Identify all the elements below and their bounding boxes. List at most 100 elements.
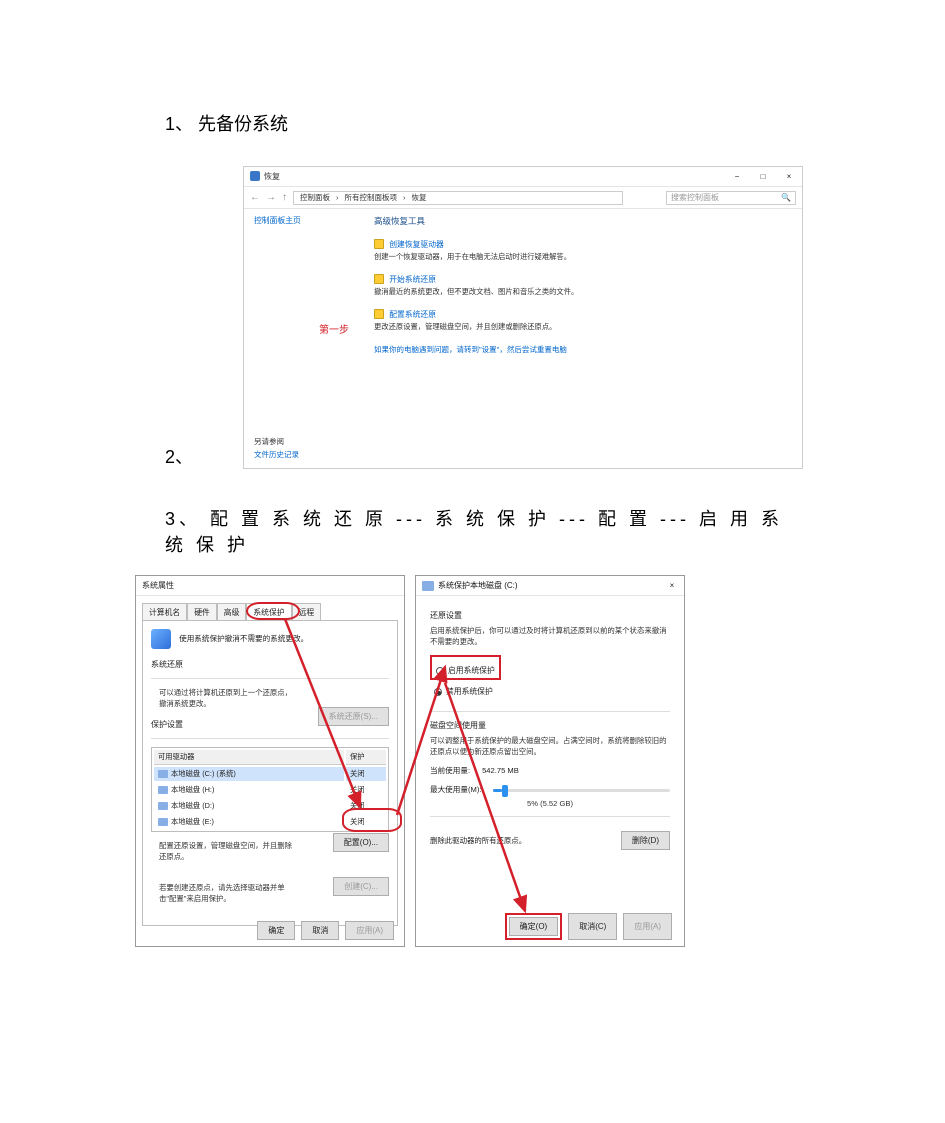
window-maximize-button[interactable]: □ [750, 167, 776, 186]
create-restore-point-button[interactable]: 创建(C)... [333, 877, 389, 896]
breadcrumb-part[interactable]: 恢复 [412, 192, 427, 203]
create-recovery-drive-link[interactable]: 创建恢复驱动器 [389, 240, 444, 249]
drive-icon [158, 786, 168, 794]
dialog-close-button[interactable]: × [660, 576, 684, 595]
dialog-title-text: 系统属性 [142, 580, 174, 591]
delete-description: 删除此驱动器的所有还原点。 [430, 835, 526, 846]
also-see-title: 另请参阅 [254, 436, 299, 447]
cancel-button[interactable]: 取消 [301, 921, 339, 940]
apply-button[interactable]: 应用(A) [623, 913, 672, 940]
sidebar-home-link[interactable]: 控制面板主页 [254, 215, 301, 226]
shield-icon [374, 309, 384, 319]
intro-text: 使用系统保护撤消不需要的系统更改。 [179, 634, 308, 643]
radio-label: 禁用系统保护 [446, 686, 493, 697]
system-restore-button[interactable]: 系统还原(S)... [318, 707, 389, 726]
radio-label: 启用系统保护 [448, 665, 495, 676]
disk-usage-description: 可以调整用于系统保护的最大磁盘空间。占满空间时，系统将删除较旧的还原点以便为新还… [430, 735, 670, 757]
dialog-title: 系统属性 [136, 576, 404, 596]
table-row[interactable]: 本地磁盘 (H:)关闭 [154, 783, 386, 797]
ok-button[interactable]: 确定(O) [509, 917, 559, 936]
annotation-box-enable-radio: 启用系统保护 [430, 655, 501, 680]
max-usage-slider[interactable] [493, 785, 670, 795]
recovery-item: 配置系统还原 更改还原设置，管理磁盘空间，并且创建或删除还原点。 [374, 309, 774, 332]
screenshot-recovery-window: 恢复 − □ × ← → ↑ 控制面板› 所有控制面板项› 恢复 搜索控制面板 … [243, 166, 803, 469]
drive-icon [158, 818, 168, 826]
breadcrumb[interactable]: 控制面板› 所有控制面板项› 恢复 [293, 191, 623, 205]
breadcrumb-part[interactable]: 所有控制面板项 [345, 192, 398, 203]
app-icon [250, 171, 260, 181]
disable-protection-radio[interactable]: 禁用系统保护 [434, 686, 670, 697]
breadcrumb-part[interactable]: 控制面板 [300, 192, 330, 203]
tab-strip: 计算机名 硬件 高级 系统保护 远程 [142, 602, 398, 620]
step-3-heading: 3、 配 置 系 统 还 原 --- 系 统 保 护 --- 配 置 --- 启… [165, 505, 805, 557]
create-restore-point-description: 若要创建还原点，请先选择驱动器并单击"配置"来启用保护。 [159, 882, 294, 904]
item-description: 创建一个恢复驱动器，用于在电脑无法启动时进行疑难解答。 [374, 252, 774, 262]
system-restore-section-title: 系统还原 [151, 659, 389, 670]
recovery-item: 创建恢复驱动器 创建一个恢复驱动器，用于在电脑无法启动时进行疑难解答。 [374, 239, 774, 262]
drive-icon [422, 581, 434, 591]
current-usage-label: 当前使用量: [430, 765, 470, 776]
drives-col-name: 可用驱动器 [154, 750, 344, 765]
item-description: 撤消最近的系统更改，但不更改文档、图片和音乐之类的文件。 [374, 287, 774, 297]
search-placeholder: 搜索控制面板 [671, 192, 719, 203]
current-usage-value: 542.75 MB [482, 766, 519, 775]
nav-up-button[interactable]: ↑ [282, 192, 287, 203]
table-row[interactable]: 本地磁盘 (C:) (系统)关闭 [154, 767, 386, 781]
table-row[interactable]: 本地磁盘 (E:)关闭 [154, 815, 386, 829]
cancel-button[interactable]: 取消(C) [568, 913, 617, 940]
window-close-button[interactable]: × [776, 167, 802, 186]
radio-dot-icon [436, 667, 444, 675]
nav-bar: ← → ↑ 控制面板› 所有控制面板项› 恢复 搜索控制面板 🔍 [244, 187, 802, 209]
drives-col-state: 保护 [346, 750, 386, 765]
also-see: 另请参阅 文件历史记录 [254, 436, 299, 460]
tab-remote[interactable]: 远程 [292, 603, 322, 621]
tab-hardware[interactable]: 硬件 [187, 603, 217, 621]
recovery-item: 开始系统还原 撤消最近的系统更改，但不更改文档、图片和音乐之类的文件。 [374, 274, 774, 297]
disk-usage-title: 磁盘空间使用量 [430, 720, 670, 731]
restore-settings-title: 还原设置 [430, 610, 670, 621]
drives-table: 可用驱动器 保护 本地磁盘 (C:) (系统)关闭 本地磁盘 (H:)关闭 本地… [151, 747, 389, 832]
tab-advanced[interactable]: 高级 [217, 603, 247, 621]
item-description: 更改还原设置，管理磁盘空间，并且创建或删除还原点。 [374, 322, 774, 332]
restore-settings-description: 启用系统保护后，你可以通过及时将计算机还原到以前的某个状态来撤消不需要的更改。 [430, 625, 670, 647]
start-system-restore-link[interactable]: 开始系统还原 [389, 275, 436, 284]
tab-panel: 使用系统保护撤消不需要的系统更改。 系统还原 可以通过将计算机还原到上一个还原点… [142, 620, 398, 926]
annotation-step1-label: 第一步 [319, 321, 349, 336]
system-protection-drive-dialog: 系统保护本地磁盘 (C:) × 还原设置 启用系统保护后，你可以通过及时将计算机… [415, 575, 685, 947]
drive-icon [158, 770, 168, 778]
dialog-title-text: 系统保护本地磁盘 (C:) [438, 580, 518, 591]
radio-dot-icon [434, 688, 442, 696]
configure-system-restore-link[interactable]: 配置系统还原 [389, 310, 436, 319]
search-icon: 🔍 [781, 193, 791, 202]
search-input[interactable]: 搜索控制面板 🔍 [666, 191, 796, 205]
max-usage-label: 最大使用量(M): [430, 784, 481, 795]
shield-icon [374, 274, 384, 284]
enable-protection-radio[interactable]: 启用系统保护 [436, 665, 495, 676]
tab-system-protection[interactable]: 系统保护 [246, 603, 291, 621]
window-title: 恢复 [264, 171, 280, 182]
step-2-number: 2、 [165, 443, 193, 469]
window-minimize-button[interactable]: − [724, 167, 750, 186]
window-titlebar: 恢复 − □ × [244, 167, 802, 187]
system-protection-icon [151, 629, 171, 649]
nav-forward-button[interactable]: → [266, 192, 276, 203]
tab-computer-name[interactable]: 计算机名 [142, 603, 187, 621]
drive-icon [158, 802, 168, 810]
table-row[interactable]: 本地磁盘 (D:)关闭 [154, 799, 386, 813]
configure-button[interactable]: 配置(O)... [333, 833, 389, 852]
shield-icon [374, 239, 384, 249]
nav-back-button[interactable]: ← [250, 192, 260, 203]
system-restore-description: 可以通过将计算机还原到上一个还原点，撤消系统更改。 [159, 687, 294, 709]
file-history-link[interactable]: 文件历史记录 [254, 449, 299, 460]
apply-button[interactable]: 应用(A) [345, 921, 394, 940]
max-usage-percent: 5% (5.52 GB) [430, 799, 670, 808]
ok-button[interactable]: 确定 [257, 921, 295, 940]
system-properties-dialog: 系统属性 计算机名 硬件 高级 系统保护 远程 使用系统保护撤消不需要的系统更改… [135, 575, 405, 947]
annotation-box-ok-button: 确定(O) [505, 913, 563, 940]
dialog-title: 系统保护本地磁盘 (C:) [416, 576, 684, 596]
delete-button[interactable]: 删除(D) [621, 831, 670, 850]
reset-pc-link[interactable]: 如果你的电脑遇到问题，请转到"设置"，然后尝试重置电脑 [374, 344, 774, 355]
recovery-heading: 高级恢复工具 [374, 215, 774, 227]
step-1-heading: 1、 先备份系统 [165, 110, 805, 136]
configure-description: 配置还原设置，管理磁盘空间，并且删除还原点。 [159, 840, 294, 862]
